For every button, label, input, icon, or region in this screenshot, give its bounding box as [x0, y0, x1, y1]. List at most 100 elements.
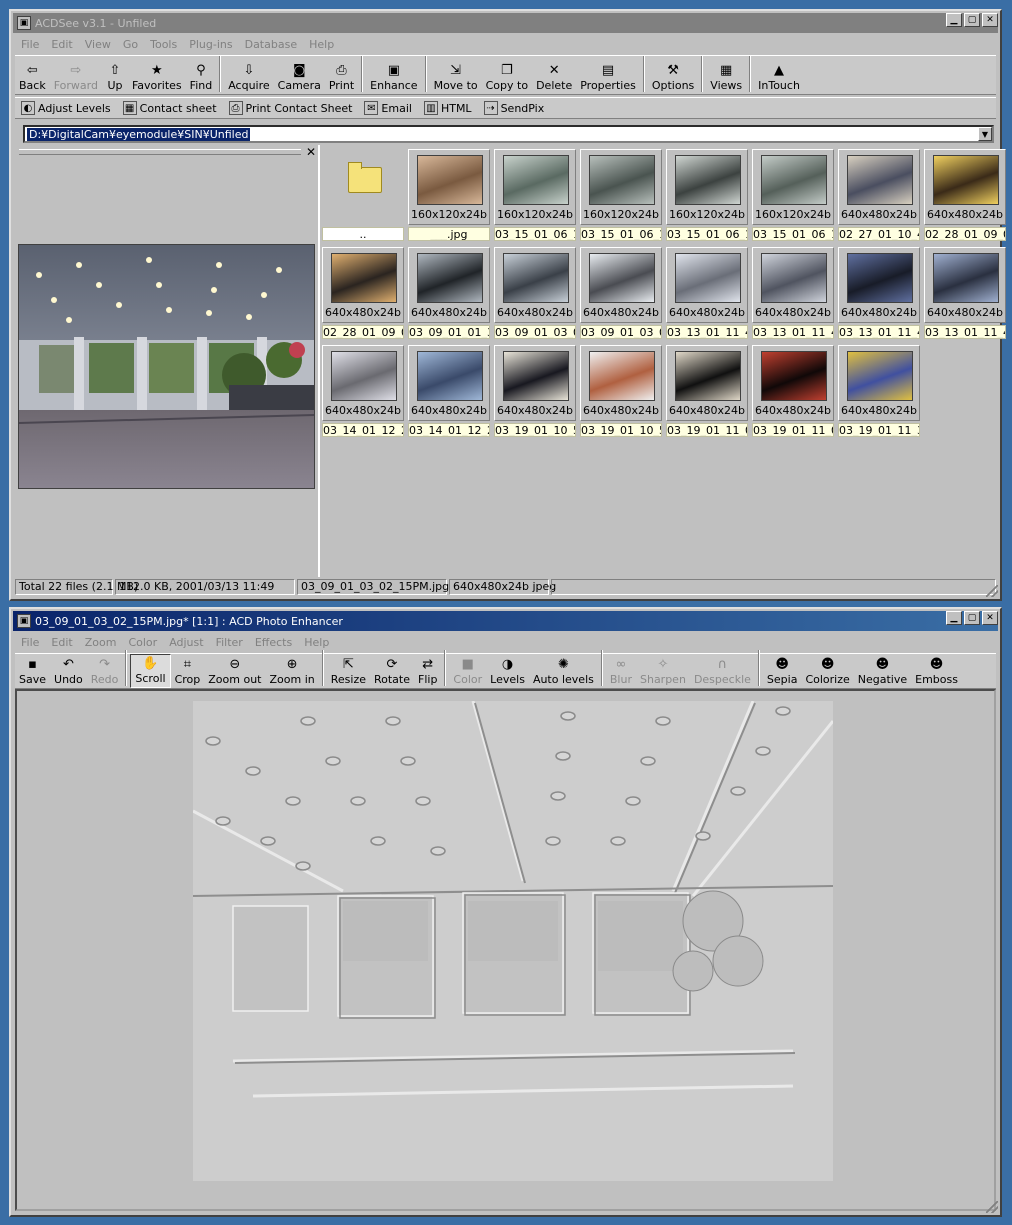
file-name-label[interactable]: 03_19_01_10_5... — [494, 423, 576, 437]
file-name-label[interactable]: 03_13_01_11_4... — [838, 325, 920, 339]
print-contact-sheet-button[interactable]: ⎙ Print Contact Sheet — [223, 98, 359, 118]
colorize-button[interactable]: ☻ Colorize — [801, 656, 853, 688]
file-name-label[interactable]: 02_28_01_09_0... — [924, 227, 1006, 241]
html-button[interactable]: ▥ HTML — [418, 98, 478, 118]
file-thumbnail-item[interactable]: 640x480x24b 03_19_01_11_3... — [838, 345, 922, 440]
acdsee-menu-database[interactable]: Database — [239, 38, 304, 51]
acdsee-app-icon[interactable]: ▣ — [17, 16, 31, 30]
file-thumbnail-item[interactable]: 640x480x24b 03_19_01_10_5... — [494, 345, 578, 440]
file-thumbnail-item[interactable]: 160x120x24b 03_15_01_06_1... — [752, 149, 836, 244]
thumbnail-frame[interactable]: 640x480x24b — [408, 345, 490, 421]
thumbnail-frame[interactable]: 640x480x24b — [322, 247, 404, 323]
thumbnail-frame[interactable]: 640x480x24b — [752, 345, 834, 421]
move-to-button[interactable]: ⇲ Move to — [430, 62, 482, 94]
enhance-button[interactable]: ▣ Enhance — [366, 62, 421, 94]
file-name-label[interactable]: .. — [322, 227, 404, 241]
email-button[interactable]: ✉ Email — [358, 98, 418, 118]
enhancer-canvas[interactable] — [15, 689, 996, 1211]
acdsee-menu-help[interactable]: Help — [303, 38, 340, 51]
file-thumbnail-item[interactable]: 640x480x24b 03_19_01_10_5... — [580, 345, 664, 440]
zoom-in-button[interactable]: ⊕ Zoom in — [265, 656, 318, 688]
print-button[interactable]: ⎙ Print — [325, 62, 358, 94]
despeckle-button[interactable]: ∩ Despeckle — [690, 656, 755, 688]
thumbnail-frame[interactable]: 160x120x24b — [408, 149, 490, 225]
file-thumbnail-item[interactable]: 640x480x24b 03_09_01_03_0... — [494, 247, 578, 342]
file-list-area[interactable]: .. 160x120x24b ___.jpg 160x120x24b 03_15_01_… — [318, 145, 1006, 577]
enhancer-menu-file[interactable]: File — [15, 636, 45, 649]
file-thumbnail-item[interactable]: 160x120x24b ___.jpg — [408, 149, 492, 244]
camera-button[interactable]: ◙ Camera — [274, 62, 325, 94]
sendpix-button[interactable]: ⇢ SendPix — [478, 98, 551, 118]
enhancer-menu-adjust[interactable]: Adjust — [163, 636, 209, 649]
acdsee-menu-plug-ins[interactable]: Plug-ins — [183, 38, 238, 51]
file-name-label[interactable]: ___.jpg — [408, 227, 490, 241]
file-thumbnail-item[interactable]: 640x480x24b 03_09_01_03_0... — [580, 247, 664, 342]
thumbnail-frame[interactable]: 640x480x24b — [666, 247, 748, 323]
enhancer-menu-effects[interactable]: Effects — [249, 636, 298, 649]
file-name-label[interactable]: 03_14_01_12_2... — [408, 423, 490, 437]
enhancer-menu-color[interactable]: Color — [122, 636, 163, 649]
sharpen-button[interactable]: ✧ Sharpen — [636, 656, 690, 688]
thumbnail-frame[interactable]: 640x480x24b — [752, 247, 834, 323]
contact-sheet-button[interactable]: ▦ Contact sheet — [117, 98, 223, 118]
resize-grip[interactable] — [986, 1201, 998, 1213]
crop-button[interactable]: ⌗ Crop — [171, 656, 205, 688]
flip-button[interactable]: ⇄ Flip — [414, 656, 441, 688]
acdsee-menu-edit[interactable]: Edit — [45, 38, 78, 51]
file-name-label[interactable]: 02_27_01_10_4... — [838, 227, 920, 241]
file-thumbnail-item[interactable]: 160x120x24b 03_15_01_06_1... — [494, 149, 578, 244]
file-thumbnail-item[interactable]: 640x480x24b 03_13_01_11_4... — [666, 247, 750, 342]
enhancer-menu-edit[interactable]: Edit — [45, 636, 78, 649]
thumbnail-frame[interactable]: 640x480x24b — [838, 247, 920, 323]
file-thumbnail-item[interactable]: 640x480x24b 03_14_01_12_2... — [408, 345, 492, 440]
back-button[interactable]: ⇦ Back — [15, 62, 50, 94]
thumbnail-frame[interactable]: 640x480x24b — [408, 247, 490, 323]
redo-button[interactable]: ↷ Redo — [87, 656, 123, 688]
resize-button[interactable]: ⇱ Resize — [327, 656, 370, 688]
file-name-label[interactable]: 03_15_01_06_1... — [666, 227, 748, 241]
enhancer-menu-help[interactable]: Help — [298, 636, 335, 649]
file-thumbnail-item[interactable]: 640x480x24b 02_27_01_10_4... — [838, 149, 922, 244]
auto-levels-button[interactable]: ✺ Auto levels — [529, 656, 598, 688]
enhancer-app-icon[interactable]: ▣ — [17, 614, 31, 628]
blur-button[interactable]: ∞ Blur — [606, 656, 636, 688]
file-name-label[interactable]: 03_19_01_11_0... — [666, 423, 748, 437]
thumbnail-frame[interactable]: 640x480x24b — [494, 247, 576, 323]
address-bar[interactable]: D:¥DigitalCam¥eyemodule¥SIN¥Unfiled ▼ — [23, 125, 994, 143]
file-name-label[interactable]: 03_13_01_11_4... — [924, 325, 1006, 339]
adjust-levels-button[interactable]: ◐ Adjust Levels — [15, 98, 117, 118]
file-thumbnail-item[interactable]: 640x480x24b 03_13_01_11_4... — [752, 247, 836, 342]
thumbnail-frame[interactable]: 640x480x24b — [666, 345, 748, 421]
enhancer-title-bar[interactable]: ▣ 03_09_01_03_02_15PM.jpg* [1:1] : ACD P… — [13, 611, 998, 631]
address-path[interactable]: D:¥DigitalCam¥eyemodule¥SIN¥Unfiled — [27, 127, 251, 141]
properties-button[interactable]: ▤ Properties — [576, 62, 640, 94]
parent-folder-item[interactable]: .. — [322, 149, 406, 244]
thumbnail-frame[interactable]: 160x120x24b — [752, 149, 834, 225]
views-button[interactable]: ▦ Views — [706, 62, 746, 94]
zoom-out-button[interactable]: ⊖ Zoom out — [204, 656, 265, 688]
negative-button[interactable]: ☻ Negative — [854, 656, 911, 688]
thumbnail-frame[interactable]: 640x480x24b — [838, 345, 920, 421]
enhancer-menu-zoom[interactable]: Zoom — [79, 636, 123, 649]
file-thumbnail-item[interactable]: 640x480x24b 03_13_01_11_4... — [924, 247, 1008, 342]
thumbnail-frame[interactable]: 160x120x24b — [494, 149, 576, 225]
thumbnail-frame[interactable]: 160x120x24b — [666, 149, 748, 225]
close-button[interactable]: ✕ — [982, 611, 998, 625]
thumbnail-frame[interactable]: 640x480x24b — [924, 247, 1006, 323]
up-button[interactable]: ⇧ Up — [102, 62, 128, 94]
find-button[interactable]: ⚲ Find — [186, 62, 217, 94]
intouch-button[interactable]: ▲ InTouch — [754, 62, 804, 94]
file-thumbnail-item[interactable]: 640x480x24b 03_09_01_01_3... — [408, 247, 492, 342]
file-name-label[interactable]: 03_09_01_03_0... — [494, 325, 576, 339]
file-thumbnail-item[interactable]: 160x120x24b 03_15_01_06_1... — [580, 149, 664, 244]
copy-to-button[interactable]: ❐ Copy to — [482, 62, 532, 94]
thumbnail-frame[interactable]: 640x480x24b — [838, 149, 920, 225]
thumbnail-frame[interactable]: 640x480x24b — [580, 247, 662, 323]
thumbnail-frame[interactable]: 640x480x24b — [580, 345, 662, 421]
minimize-button[interactable]: ▁ — [946, 13, 962, 27]
emboss-button[interactable]: ☻ Emboss — [911, 656, 962, 688]
file-thumbnail-item[interactable]: 640x480x24b 03_19_01_11_0... — [666, 345, 750, 440]
scroll-button[interactable]: ✋ Scroll — [130, 654, 171, 688]
color-button[interactable]: ■ Color — [449, 656, 486, 688]
save-button[interactable]: ▪ Save — [15, 656, 50, 688]
